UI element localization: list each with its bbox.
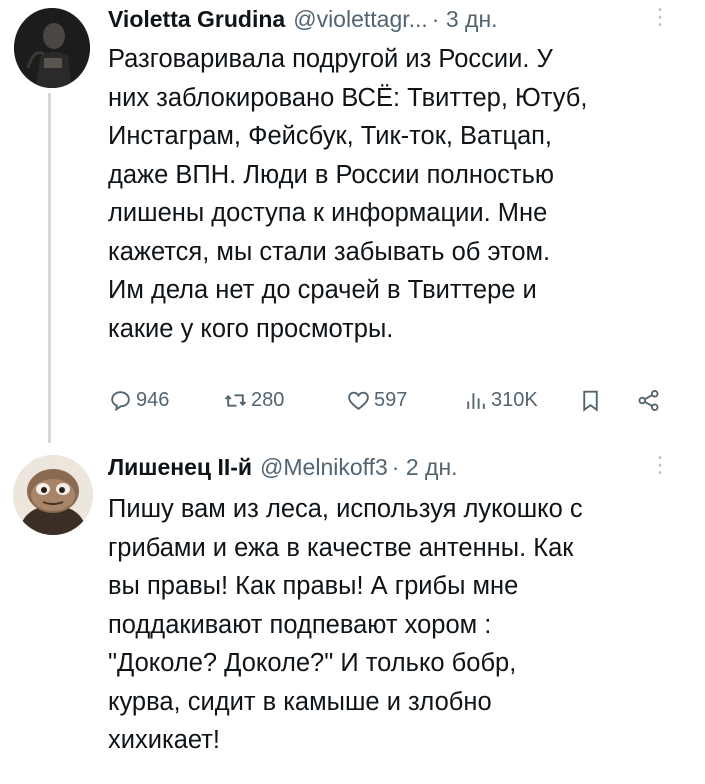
- avatar-photo-icon: [13, 455, 93, 535]
- views-chart-icon: [467, 392, 485, 409]
- more-dots-icon[interactable]: ⋮: [649, 454, 671, 476]
- views-count: 310K: [491, 388, 538, 411]
- share-icon: [638, 389, 659, 411]
- avatar-photo-icon: [14, 8, 90, 88]
- tweet-header: Violetta Grudina @violettagr... · 3 дн. …: [108, 2, 685, 36]
- tweet-time[interactable]: · 2 дн.: [392, 454, 458, 481]
- avatar[interactable]: [14, 8, 90, 88]
- retweet-button[interactable]: 280: [223, 383, 284, 417]
- bookmark-icon: [583, 390, 598, 412]
- author-name[interactable]: Лишенец II-й: [108, 454, 252, 481]
- tweet-actions: 946 280 597 310K: [108, 383, 683, 417]
- tweet-text: Пишу вам из леса, используя лукошко с гр…: [108, 495, 583, 754]
- author-handle[interactable]: @Melnikoff3: [260, 454, 388, 481]
- more-dots-icon[interactable]: ⋮: [649, 6, 671, 28]
- retweet-icon: [224, 393, 247, 407]
- avatar[interactable]: [13, 455, 93, 535]
- retweet-count: 280: [251, 388, 285, 411]
- tweet-text: Разговаривала подругой из России. У них …: [108, 45, 588, 343]
- reply-icon: [111, 390, 130, 411]
- tweet-time[interactable]: · 3 дн.: [432, 6, 498, 33]
- heart-icon: [348, 391, 369, 410]
- share-button[interactable]: [636, 383, 661, 417]
- reply-button[interactable]: 946: [108, 383, 169, 417]
- tweet-thread: Violetta Grudina @violettagr... · 3 дн. …: [0, 0, 705, 784]
- bookmark-button[interactable]: [578, 383, 603, 417]
- views-button[interactable]: 310K: [463, 383, 538, 417]
- author-name[interactable]: Violetta Grudina: [108, 6, 285, 33]
- like-count: 597: [374, 388, 408, 411]
- tweet-header: Лишенец II-й @Melnikoff3 · 2 дн. ⋮: [108, 450, 685, 484]
- author-handle[interactable]: @violettagr...: [293, 6, 428, 33]
- reply-count: 946: [136, 388, 170, 411]
- thread-connector-line: [48, 93, 51, 443]
- like-button[interactable]: 597: [346, 383, 407, 417]
